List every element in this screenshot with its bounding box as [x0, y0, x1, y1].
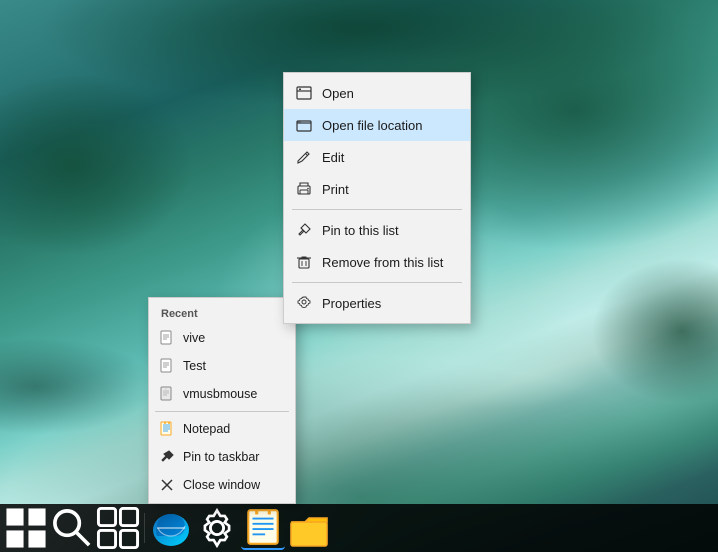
context-item-pin[interactable]: Pin to this list [284, 214, 470, 246]
jump-list: Recent vive Test [148, 297, 296, 504]
jump-item-close-label: Close window [183, 478, 260, 492]
doc-icon-vive [159, 330, 175, 346]
taskbar-notepad-button[interactable] [241, 506, 285, 550]
notepad-icon-jump [159, 421, 175, 437]
context-open-file-location-label: Open file location [322, 118, 422, 133]
jump-item-vive[interactable]: vive [149, 324, 295, 352]
jump-item-close-window[interactable]: Close window [149, 471, 295, 499]
context-separator-1 [292, 209, 462, 210]
jump-item-test[interactable]: Test [149, 352, 295, 380]
window-icon [296, 85, 312, 101]
doc-icon-test [159, 358, 175, 374]
jump-item-test-label: Test [183, 359, 206, 373]
context-edit-label: Edit [322, 150, 344, 165]
jump-recent-header: Recent [149, 302, 295, 324]
properties-icon [296, 295, 312, 311]
context-properties-label: Properties [322, 296, 381, 311]
context-pin-label: Pin to this list [322, 223, 399, 238]
context-item-print[interactable]: Print [284, 173, 470, 205]
jump-item-pin-taskbar[interactable]: Pin to taskbar [149, 443, 295, 471]
context-item-remove[interactable]: Remove from this list [284, 246, 470, 278]
taskbar-search-button[interactable] [50, 506, 94, 550]
context-print-label: Print [322, 182, 349, 197]
context-item-open-file-location[interactable]: Open file location [284, 109, 470, 141]
taskbar [0, 504, 718, 552]
print-icon [296, 181, 312, 197]
jump-item-notepad-label: Notepad [183, 422, 230, 436]
jump-item-vmusbmouse-label: vmusbmouse [183, 387, 257, 401]
jump-item-pin-label: Pin to taskbar [183, 450, 259, 464]
context-item-properties[interactable]: Properties [284, 287, 470, 319]
context-item-edit[interactable]: Edit [284, 141, 470, 173]
doc-icon-vmusbmouse [159, 386, 175, 402]
context-open-label: Open [322, 86, 354, 101]
taskbar-explorer-button[interactable] [287, 506, 331, 550]
trash-icon [296, 254, 312, 270]
jump-separator-1 [155, 411, 289, 412]
pencil-icon [296, 149, 312, 165]
taskbar-separator-1 [144, 513, 145, 543]
jump-item-vmusbmouse[interactable]: vmusbmouse [149, 380, 295, 408]
pin-icon-jump [159, 449, 175, 465]
taskbar-task-view-button[interactable] [96, 506, 140, 550]
taskbar-edge-button[interactable] [149, 506, 193, 550]
context-menu: Open Open file location Edit [283, 72, 471, 324]
folder-icon [296, 117, 312, 133]
close-icon-jump [159, 477, 175, 493]
context-remove-label: Remove from this list [322, 255, 443, 270]
jump-item-notepad[interactable]: Notepad [149, 415, 295, 443]
context-separator-2 [292, 282, 462, 283]
taskbar-settings-button[interactable] [195, 506, 239, 550]
context-item-open[interactable]: Open [284, 77, 470, 109]
jump-item-vive-label: vive [183, 331, 205, 345]
taskbar-start-button[interactable] [4, 506, 48, 550]
pin-icon [296, 222, 312, 238]
